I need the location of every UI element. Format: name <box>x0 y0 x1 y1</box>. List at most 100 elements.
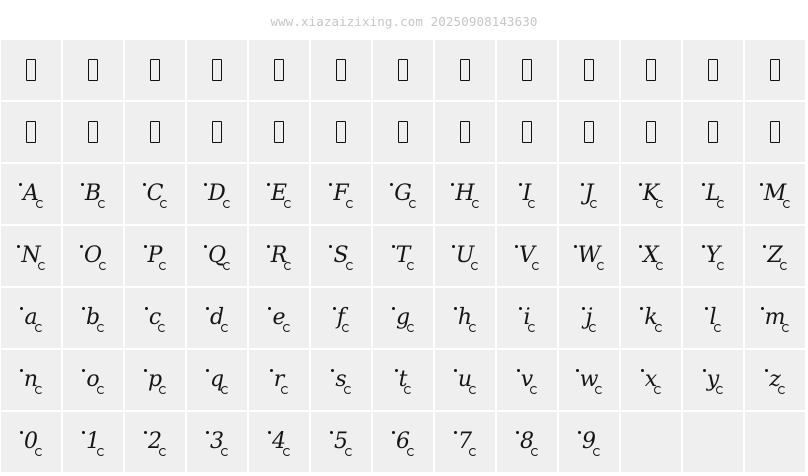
glyph-sample: B <box>80 183 107 208</box>
glyph-cell: X <box>621 226 681 286</box>
glyph-cell: t <box>373 350 433 410</box>
dot-ornament <box>763 245 767 248</box>
glyph-sample: i <box>519 307 536 332</box>
glyph-sample: j <box>581 307 598 332</box>
swirl-ornament <box>531 262 540 270</box>
glyph-sample: P <box>143 245 168 270</box>
glyph-sample: w <box>575 369 604 394</box>
dot-ornament <box>143 369 147 372</box>
glyph-sample: D <box>204 183 231 208</box>
glyph-cell: h <box>435 288 495 348</box>
glyph-cell: Y <box>683 226 743 286</box>
dot-ornament <box>20 431 23 434</box>
missing-glyph-box <box>336 59 346 81</box>
swirl-ornament <box>471 200 480 208</box>
glyph-cell <box>745 102 805 162</box>
glyph-cell <box>63 102 123 162</box>
dot-ornament <box>143 245 147 248</box>
glyph-cell: P <box>125 226 185 286</box>
dot-ornament <box>268 431 271 434</box>
glyph-sample: T <box>391 245 416 270</box>
glyph-cell: Q <box>187 226 247 286</box>
dot-ornament <box>330 431 333 434</box>
glyph-sample: t <box>394 369 413 394</box>
dot-ornament <box>701 183 705 186</box>
missing-glyph-box <box>212 59 222 81</box>
glyph-cell: F <box>311 164 371 224</box>
swirl-ornament <box>159 262 168 270</box>
glyph-sample: Q <box>203 245 232 270</box>
glyph-cell: v <box>497 350 557 410</box>
missing-glyph-box <box>770 59 780 81</box>
swirl-ornament <box>98 200 107 208</box>
swirl-ornament <box>407 324 416 332</box>
glyph-sample: X <box>639 245 664 270</box>
swirl-ornament <box>282 324 291 332</box>
dot-ornament <box>268 307 272 310</box>
glyph-cell <box>373 102 433 162</box>
glyph-sample: u <box>453 369 478 394</box>
glyph-cell <box>745 40 805 100</box>
glyph-cell: Z <box>745 226 805 286</box>
glyph-cell: l <box>683 288 743 348</box>
swirl-ornament <box>345 200 354 208</box>
dot-ornament <box>331 369 335 372</box>
glyph-sample: c <box>144 307 167 332</box>
glyph-cell: x <box>621 350 681 410</box>
glyph-sample: x <box>640 369 663 394</box>
dot-ornament <box>392 431 395 434</box>
swirl-ornament <box>158 324 167 332</box>
glyph-sample: N <box>17 245 46 270</box>
glyph-sample: M <box>759 183 792 208</box>
missing-glyph-box <box>26 59 36 81</box>
swirl-ornament <box>654 386 663 394</box>
glyph-sample: 8 <box>516 431 539 456</box>
glyph-cell <box>373 40 433 100</box>
glyph-cell: r <box>249 350 309 410</box>
dot-ornament <box>17 245 21 248</box>
dot-ornament <box>760 307 764 310</box>
swirl-ornament <box>34 324 43 332</box>
swirl-ornament <box>342 324 351 332</box>
dot-ornament <box>580 183 584 186</box>
swirl-ornament <box>222 200 231 208</box>
swirl-ornament <box>713 324 722 332</box>
glyph-sample: a <box>20 307 43 332</box>
glyph-cell <box>187 102 247 162</box>
glyph-cell: 8 <box>497 412 557 472</box>
glyph-cell: w <box>559 350 619 410</box>
dot-ornament <box>19 183 23 186</box>
swirl-ornament <box>407 262 416 270</box>
glyph-sample: e <box>268 307 291 332</box>
glyph-cell <box>1 40 61 100</box>
glyph-sample: r <box>269 369 290 394</box>
missing-glyph-box <box>150 121 160 143</box>
swirl-ornament <box>99 262 108 270</box>
glyph-sample: I <box>518 183 537 208</box>
glyph-cell: 1 <box>63 412 123 472</box>
missing-glyph-box <box>460 59 470 81</box>
glyph-cell: 9 <box>559 412 619 472</box>
dot-ornament <box>79 245 83 248</box>
dot-ornament <box>266 245 270 248</box>
glyph-sample: o <box>82 369 105 394</box>
swirl-ornament <box>221 386 230 394</box>
font-preview-grid: A B C D E F G H I J K L M N O P Q R S T U V W X Y Za b c d e f g h i j k l m n… <box>1 40 805 472</box>
swirl-ornament <box>590 200 599 208</box>
glyph-cell: z <box>745 350 805 410</box>
dot-ornament <box>638 183 642 186</box>
glyph-sample: z <box>765 369 786 394</box>
glyph-cell: b <box>63 288 123 348</box>
glyph-cell <box>249 40 309 100</box>
swirl-ornament <box>654 324 663 332</box>
swirl-ornament <box>281 386 290 394</box>
glyph-cell: o <box>63 350 123 410</box>
glyph-cell: g <box>373 288 433 348</box>
dot-ornament <box>266 183 270 186</box>
missing-glyph-box <box>646 59 656 81</box>
dot-ornament <box>765 369 769 372</box>
glyph-cell: L <box>683 164 743 224</box>
glyph-sample: O <box>79 245 108 270</box>
dot-ornament <box>516 431 519 434</box>
glyph-sample: 1 <box>82 431 105 456</box>
